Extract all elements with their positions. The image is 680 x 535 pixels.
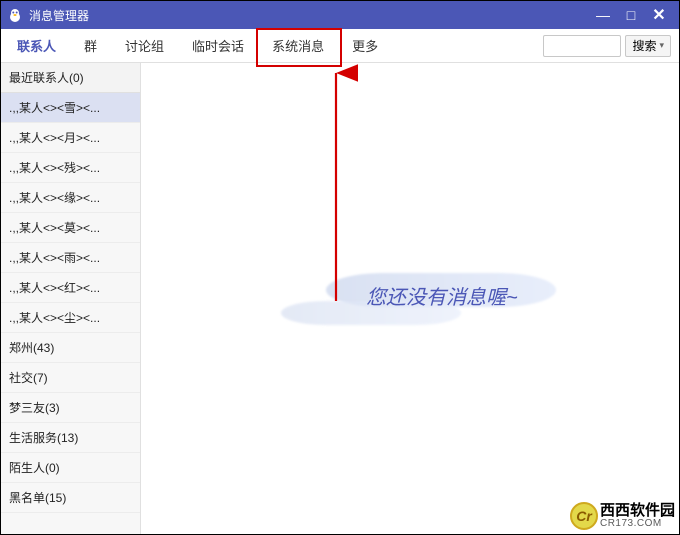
contact-item[interactable]: .,,某人<><雪><... [1, 93, 140, 123]
contact-item[interactable]: .,,某人<><残><... [1, 153, 140, 183]
tab-4[interactable]: 系统消息 [258, 29, 338, 62]
tab-bar: 联系人群讨论组临时会话系统消息更多 搜索 ▾ [1, 29, 679, 63]
watermark-logo: Cr [570, 502, 598, 530]
watermark: Cr 西西软件园 CR173.COM [570, 502, 675, 530]
search-button[interactable]: 搜索 ▾ [625, 35, 671, 57]
group-item[interactable]: 梦三友(3) [1, 393, 140, 423]
tab-5[interactable]: 更多 [338, 29, 392, 62]
group-item[interactable]: 郑州(43) [1, 333, 140, 363]
sidebar: 最近联系人(0) .,,某人<><雪><....,,某人<><月><....,,… [1, 63, 141, 534]
minimize-button[interactable]: — [589, 4, 617, 26]
search-button-label: 搜索 [632, 37, 656, 54]
watermark-text-row2: CR173.COM [600, 519, 675, 530]
empty-message-text: 您还没有消息喔~ [366, 281, 518, 310]
watermark-text-row1: 西西软件园 [600, 503, 675, 519]
tab-1[interactable]: 群 [70, 29, 111, 62]
body: 最近联系人(0) .,,某人<><雪><....,,某人<><月><....,,… [1, 63, 679, 534]
tab-0[interactable]: 联系人 [3, 29, 70, 62]
window-title: 消息管理器 [29, 7, 89, 24]
group-item[interactable]: 生活服务(13) [1, 423, 140, 453]
search-wrap: 搜索 ▾ [543, 35, 671, 57]
window-root: 消息管理器 — □ ✕ 联系人群讨论组临时会话系统消息更多 搜索 ▾ 最近联系人… [0, 0, 680, 535]
contact-item[interactable]: .,,某人<><莫><... [1, 213, 140, 243]
title-bar: 消息管理器 — □ ✕ [1, 1, 679, 29]
group-item[interactable]: 陌生人(0) [1, 453, 140, 483]
contact-item[interactable]: .,,某人<><缘><... [1, 183, 140, 213]
contact-item[interactable]: .,,某人<><雨><... [1, 243, 140, 273]
contact-item[interactable]: .,,某人<><红><... [1, 273, 140, 303]
contact-item[interactable]: .,,某人<><尘><... [1, 303, 140, 333]
recent-contacts-header[interactable]: 最近联系人(0) [1, 63, 140, 93]
group-item[interactable]: 社交(7) [1, 363, 140, 393]
contact-item[interactable]: .,,某人<><月><... [1, 123, 140, 153]
group-item[interactable]: 黑名单(15) [1, 483, 140, 513]
app-icon [7, 7, 23, 23]
maximize-button[interactable]: □ [617, 4, 645, 26]
tab-2[interactable]: 讨论组 [111, 29, 178, 62]
main-pane: 您还没有消息喔~ [141, 63, 679, 534]
tab-3[interactable]: 临时会话 [178, 29, 258, 62]
close-button[interactable]: ✕ [645, 4, 673, 26]
search-input[interactable] [543, 35, 621, 57]
chevron-down-icon: ▾ [659, 40, 664, 51]
